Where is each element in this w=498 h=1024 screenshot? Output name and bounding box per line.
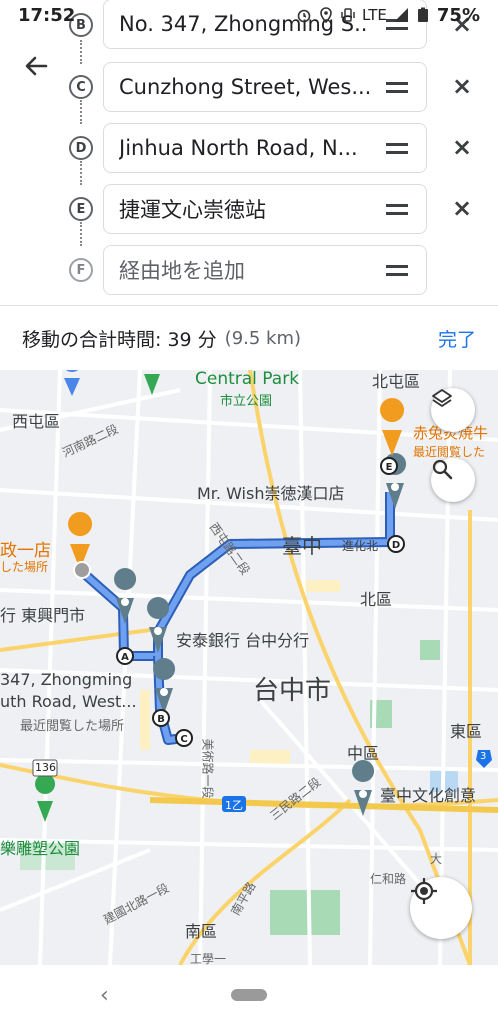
stop-connector — [80, 40, 82, 64]
layers-icon — [432, 389, 452, 407]
map-label: 進化北 — [342, 539, 379, 553]
status-icons: LTE 75% — [296, 5, 480, 26]
total-distance: (9.5 km) — [224, 327, 302, 349]
remove-stop-e-icon[interactable]: × — [452, 196, 472, 220]
stop-marker-f: F — [69, 258, 93, 282]
map-view[interactable]: ABC DE Central Park 市立公園 北屯區 西屯區 河南路二段 赤… — [0, 370, 498, 965]
back-arrow-icon[interactable] — [20, 50, 52, 82]
map-label: 臺中 — [282, 534, 322, 558]
search-icon — [432, 459, 453, 480]
my-location-button[interactable] — [410, 877, 472, 939]
map-label: 台中市 — [253, 676, 332, 706]
route-shield-label: 1乙 — [225, 799, 243, 812]
stop-field-e[interactable]: 捷運文心崇徳站 — [103, 184, 427, 234]
search-along-route-button[interactable] — [431, 458, 475, 502]
route-editor-panel: B No. 347, Zhongming S... × C Cunzhong S… — [0, 0, 498, 370]
map-label: 市立公園 — [220, 394, 273, 409]
remove-stop-d-icon[interactable]: × — [452, 135, 472, 159]
drag-handle-icon[interactable] — [386, 204, 408, 215]
drag-handle-icon[interactable] — [386, 265, 408, 276]
stop-connector — [80, 222, 82, 246]
add-stop-placeholder: 経由地を追加 — [119, 259, 245, 283]
map-label: 行 東興門市 — [0, 606, 86, 625]
stop-connector — [80, 100, 82, 124]
total-time: 移動の合計時間: 39 分 — [22, 328, 217, 351]
map-label: 仁和路 — [370, 872, 407, 886]
location-icon — [320, 7, 332, 23]
map-label: した場所 — [0, 560, 49, 574]
vibrate-icon — [341, 8, 355, 22]
battery-icon — [417, 7, 428, 22]
alarm-icon — [297, 9, 311, 23]
map-label: 工學一 — [190, 952, 227, 965]
map-label: 東區 — [450, 722, 483, 741]
map-label: 最近閲覧した場所 — [20, 719, 125, 734]
map-label: 347, Zhongming — [0, 670, 133, 689]
svg-text:A: A — [121, 652, 129, 663]
maps-route-edit-screen: 17:52 LTE 75% B No. 347, Zhongming S... … — [0, 0, 498, 1024]
map-label: 樂雕塑公園 — [0, 839, 81, 858]
map-label: 美術路一段 — [200, 738, 215, 799]
nav-home-pill[interactable] — [231, 989, 267, 1001]
system-nav-bar: ‹ — [0, 965, 498, 1024]
route-shield-label: 3 — [480, 751, 487, 762]
signal-icon — [393, 8, 408, 22]
map-label: 安泰銀行 台中分行 — [176, 631, 310, 650]
add-stop-field[interactable]: 経由地を追加 — [103, 245, 427, 295]
my-location-icon — [411, 878, 437, 904]
stop-value: 捷運文心崇徳站 — [119, 198, 266, 222]
stop-value: Jinhua North Road, N... — [119, 136, 358, 160]
svg-text:C: C — [180, 734, 187, 745]
battery-level: 75% — [436, 4, 480, 26]
map-label: 臺中文化創意 — [380, 786, 477, 805]
nav-back-icon[interactable]: ‹ — [100, 983, 109, 1008]
map-label: uth Road, West... — [0, 692, 137, 711]
stop-value: Cunzhong Street, Wes... — [119, 75, 369, 99]
status-bar: 17:52 LTE 75% — [0, 0, 498, 30]
map-label: 南區 — [185, 922, 218, 941]
map-label: 西屯區 — [12, 412, 61, 431]
park-area — [270, 890, 340, 935]
map-label: 北屯區 — [372, 372, 421, 391]
stop-field-d[interactable]: Jinhua North Road, N... — [103, 123, 427, 173]
stop-connector — [80, 161, 82, 185]
map-label: 中區 — [347, 744, 380, 763]
stop-field-c[interactable]: Cunzhong Street, Wes... — [103, 62, 427, 112]
layers-button[interactable] — [431, 388, 475, 432]
map-label: Central Park — [195, 370, 300, 389]
stop-marker-d: D — [69, 136, 93, 160]
svg-text:B: B — [157, 714, 165, 725]
status-time: 17:52 — [18, 4, 76, 26]
stop-marker-c: C — [69, 75, 93, 99]
map-label: 北區 — [360, 590, 393, 609]
network-type: LTE — [361, 6, 387, 24]
route-shield-label: 136 — [35, 761, 56, 774]
route-summary: 移動の合計時間: 39 分 (9.5 km) 完了 — [0, 305, 498, 370]
map-label: Mr. Wish崇徳漢口店 — [197, 484, 345, 503]
map-label: 大 — [430, 852, 443, 866]
stop-marker-e: E — [69, 197, 93, 221]
drag-handle-icon[interactable] — [386, 143, 408, 154]
done-button[interactable]: 完了 — [438, 325, 476, 352]
remove-stop-c-icon[interactable]: × — [452, 74, 472, 98]
svg-text:E: E — [386, 462, 393, 473]
drag-handle-icon[interactable] — [386, 82, 408, 93]
svg-text:D: D — [392, 540, 400, 551]
